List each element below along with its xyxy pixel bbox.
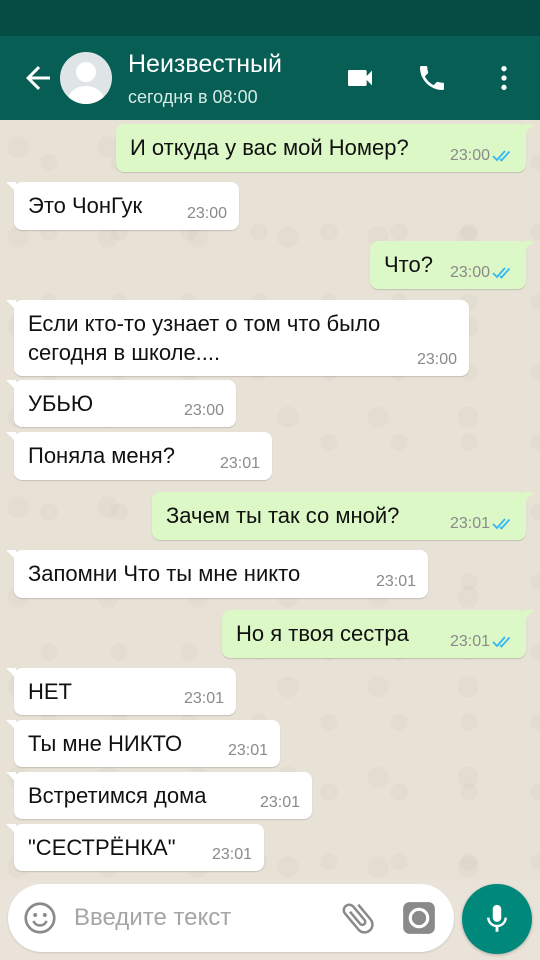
message-text: Ты мне НИКТО (28, 731, 183, 756)
message-input[interactable] (74, 896, 324, 940)
message-incoming[interactable]: Встретимся дома 23:01 (6, 772, 312, 819)
mic-button[interactable] (462, 884, 532, 954)
message-list[interactable]: И откуда у вас мой Номер? 23:00 Это ЧонГ… (0, 120, 540, 880)
message-time: 23:01 (219, 455, 260, 472)
message-incoming[interactable]: Если кто-то узнает о том что было сегодн… (6, 300, 469, 376)
message-composer (8, 884, 454, 952)
read-ticks-icon (492, 150, 511, 162)
message-text: НЕТ (28, 679, 72, 704)
message-text: Если кто-то узнает о том что было (28, 311, 381, 336)
camera-icon[interactable] (400, 899, 438, 937)
message-text: УБЬЮ (28, 391, 94, 416)
contact-name[interactable]: Неизвестный (128, 50, 282, 79)
message-text: Что? (384, 252, 433, 277)
message-outgoing[interactable]: Но я твоя сестра 23:01 (222, 610, 534, 658)
back-arrow-icon[interactable] (20, 60, 56, 96)
avatar[interactable] (60, 52, 112, 104)
message-time: 23:01 (183, 690, 224, 707)
message-text: Поняла меня? (28, 443, 175, 468)
status-bar (0, 0, 540, 36)
message-time: 23:01 (259, 794, 300, 811)
message-incoming[interactable]: НЕТ 23:01 (6, 668, 236, 715)
message-text: "СЕСТРЁНКА" (28, 835, 176, 860)
chat-header: Неизвестный сегодня в 08:00 (0, 36, 540, 120)
message-text: Запомни Что ты мне никто (28, 561, 301, 586)
message-outgoing[interactable]: Что? 23:00 (370, 241, 534, 289)
message-time: 23:01 (227, 742, 268, 759)
more-vert-icon[interactable] (484, 58, 524, 98)
message-text: Зачем ты так со мной? (166, 503, 400, 528)
phone-icon[interactable] (412, 58, 452, 98)
message-text: И откуда у вас мой Номер? (130, 135, 409, 160)
message-incoming[interactable]: "СЕСТРЁНКА" 23:01 (6, 824, 264, 871)
read-ticks-icon (492, 518, 511, 530)
message-time: 23:00 (183, 402, 224, 419)
mic-icon (487, 904, 507, 932)
message-time: 23:01 (375, 573, 416, 590)
message-time: 23:00 (449, 147, 490, 164)
message-time: 23:01 (449, 515, 490, 532)
message-time: 23:00 (416, 351, 457, 368)
message-time: 23:01 (211, 846, 252, 863)
message-time: 23:01 (449, 633, 490, 650)
message-text: Но я твоя сестра (236, 621, 409, 646)
message-incoming[interactable]: УБЬЮ 23:00 (6, 380, 236, 427)
message-incoming[interactable]: Поняла меня? 23:01 (6, 432, 272, 480)
message-text: Встретимся дома (28, 783, 207, 808)
read-ticks-icon (492, 636, 511, 648)
message-time: 23:00 (186, 205, 227, 222)
message-text: Это ЧонГук (28, 193, 143, 218)
message-incoming[interactable]: Запомни Что ты мне никто 23:01 (6, 550, 428, 598)
message-outgoing[interactable]: Зачем ты так со мной? 23:01 (152, 492, 534, 540)
message-incoming[interactable]: Ты мне НИКТО 23:01 (6, 720, 280, 767)
message-time: 23:00 (449, 264, 490, 281)
message-text-line-2: сегодня в школе.... (28, 340, 221, 365)
message-outgoing[interactable]: И откуда у вас мой Номер? 23:00 (116, 124, 534, 172)
read-ticks-icon (492, 267, 511, 279)
message-incoming[interactable]: Это ЧонГук 23:00 (6, 182, 239, 230)
video-call-icon[interactable] (340, 58, 380, 98)
emoji-icon[interactable] (22, 900, 58, 936)
attach-icon[interactable] (338, 898, 378, 938)
contact-last-seen: сегодня в 08:00 (128, 87, 258, 107)
